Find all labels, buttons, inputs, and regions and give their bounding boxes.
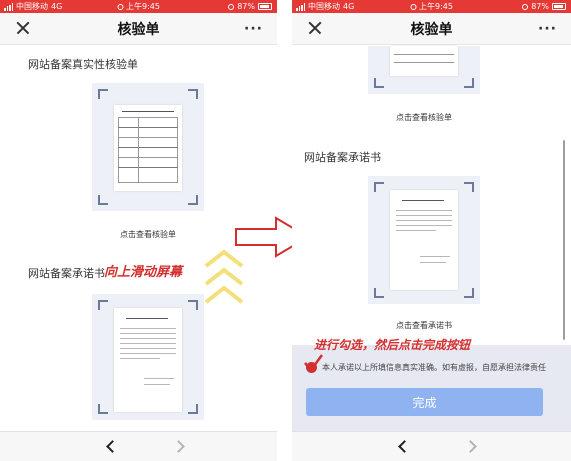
- nav-bar: 核验单 ···: [292, 13, 571, 45]
- signal-icon: [296, 2, 305, 11]
- status-bar: 中国移动 4G 上午9:45 87%: [0, 0, 277, 13]
- carrier-label: 中国移动: [16, 2, 48, 11]
- chevron-right-icon[interactable]: [172, 440, 185, 453]
- carrier-label: 中国移动: [308, 2, 340, 11]
- more-icon[interactable]: ···: [538, 21, 557, 37]
- more-icon[interactable]: ···: [244, 21, 263, 37]
- verification-form-page: [390, 46, 458, 76]
- bottom-toolbar: [0, 431, 277, 461]
- network-label: 4G: [343, 2, 355, 11]
- clock-icon: [522, 3, 529, 10]
- battery-label: 87%: [237, 2, 255, 11]
- verification-form-page: [114, 105, 182, 191]
- status-bar: 中国移动 4G 上午9:45 87%: [292, 0, 571, 13]
- commitment-letter-preview[interactable]: [368, 176, 480, 304]
- commitment-letter-title: 网站备案承诺书: [28, 267, 105, 280]
- check-mark-icon: [304, 354, 324, 373]
- agreement-text: 本人承诺以上所填信息真实准确。如有虚报，自愿承担法律责任: [322, 363, 546, 372]
- finish-button[interactable]: 完成: [306, 388, 543, 416]
- time-label: 上午9:45: [419, 2, 453, 11]
- signal-icon: [4, 2, 13, 11]
- verification-form-preview[interactable]: [92, 83, 204, 211]
- swipe-up-annotation: 向上滑动屏幕: [104, 265, 183, 280]
- commitment-letter-title: 网站备案承诺书: [304, 151, 381, 164]
- scrollbar[interactable]: [563, 140, 565, 340]
- commitment-letter-preview[interactable]: [92, 294, 204, 420]
- chevron-right-icon[interactable]: [464, 440, 477, 453]
- alarm-icon: [117, 3, 124, 10]
- battery-icon: [552, 3, 566, 10]
- right-phone-screen: 中国移动 4G 上午9:45 87% 核验单 ··· 点击查看核验单 网站备案承…: [292, 0, 571, 461]
- check-and-finish-annotation: 进行勾选，然后点击完成按钮: [314, 338, 471, 352]
- network-label: 4G: [51, 2, 63, 11]
- view-verification-form-link[interactable]: 点击查看核验单: [374, 112, 474, 123]
- page-title: 核验单: [410, 21, 453, 38]
- alarm-icon: [410, 3, 417, 10]
- chevron-left-icon[interactable]: [398, 440, 411, 453]
- clock-icon: [228, 3, 235, 10]
- page-title: 核验单: [117, 21, 160, 38]
- nav-bar: 核验单 ···: [0, 13, 277, 45]
- verification-form-preview[interactable]: [368, 46, 480, 94]
- chevron-left-icon[interactable]: [106, 440, 119, 453]
- view-verification-form-link[interactable]: 点击查看核验单: [98, 229, 198, 240]
- commitment-letter-page: [390, 190, 458, 290]
- close-icon[interactable]: [14, 19, 32, 37]
- bottom-toolbar: [292, 431, 571, 461]
- battery-label: 87%: [531, 2, 549, 11]
- time-label: 上午9:45: [126, 2, 160, 11]
- commitment-letter-page: [114, 308, 182, 412]
- close-icon[interactable]: [306, 19, 324, 37]
- battery-icon: [258, 3, 272, 10]
- view-commitment-letter-link[interactable]: 点击查看承诺书: [374, 320, 474, 331]
- verification-form-title: 网站备案真实性核验单: [28, 58, 138, 71]
